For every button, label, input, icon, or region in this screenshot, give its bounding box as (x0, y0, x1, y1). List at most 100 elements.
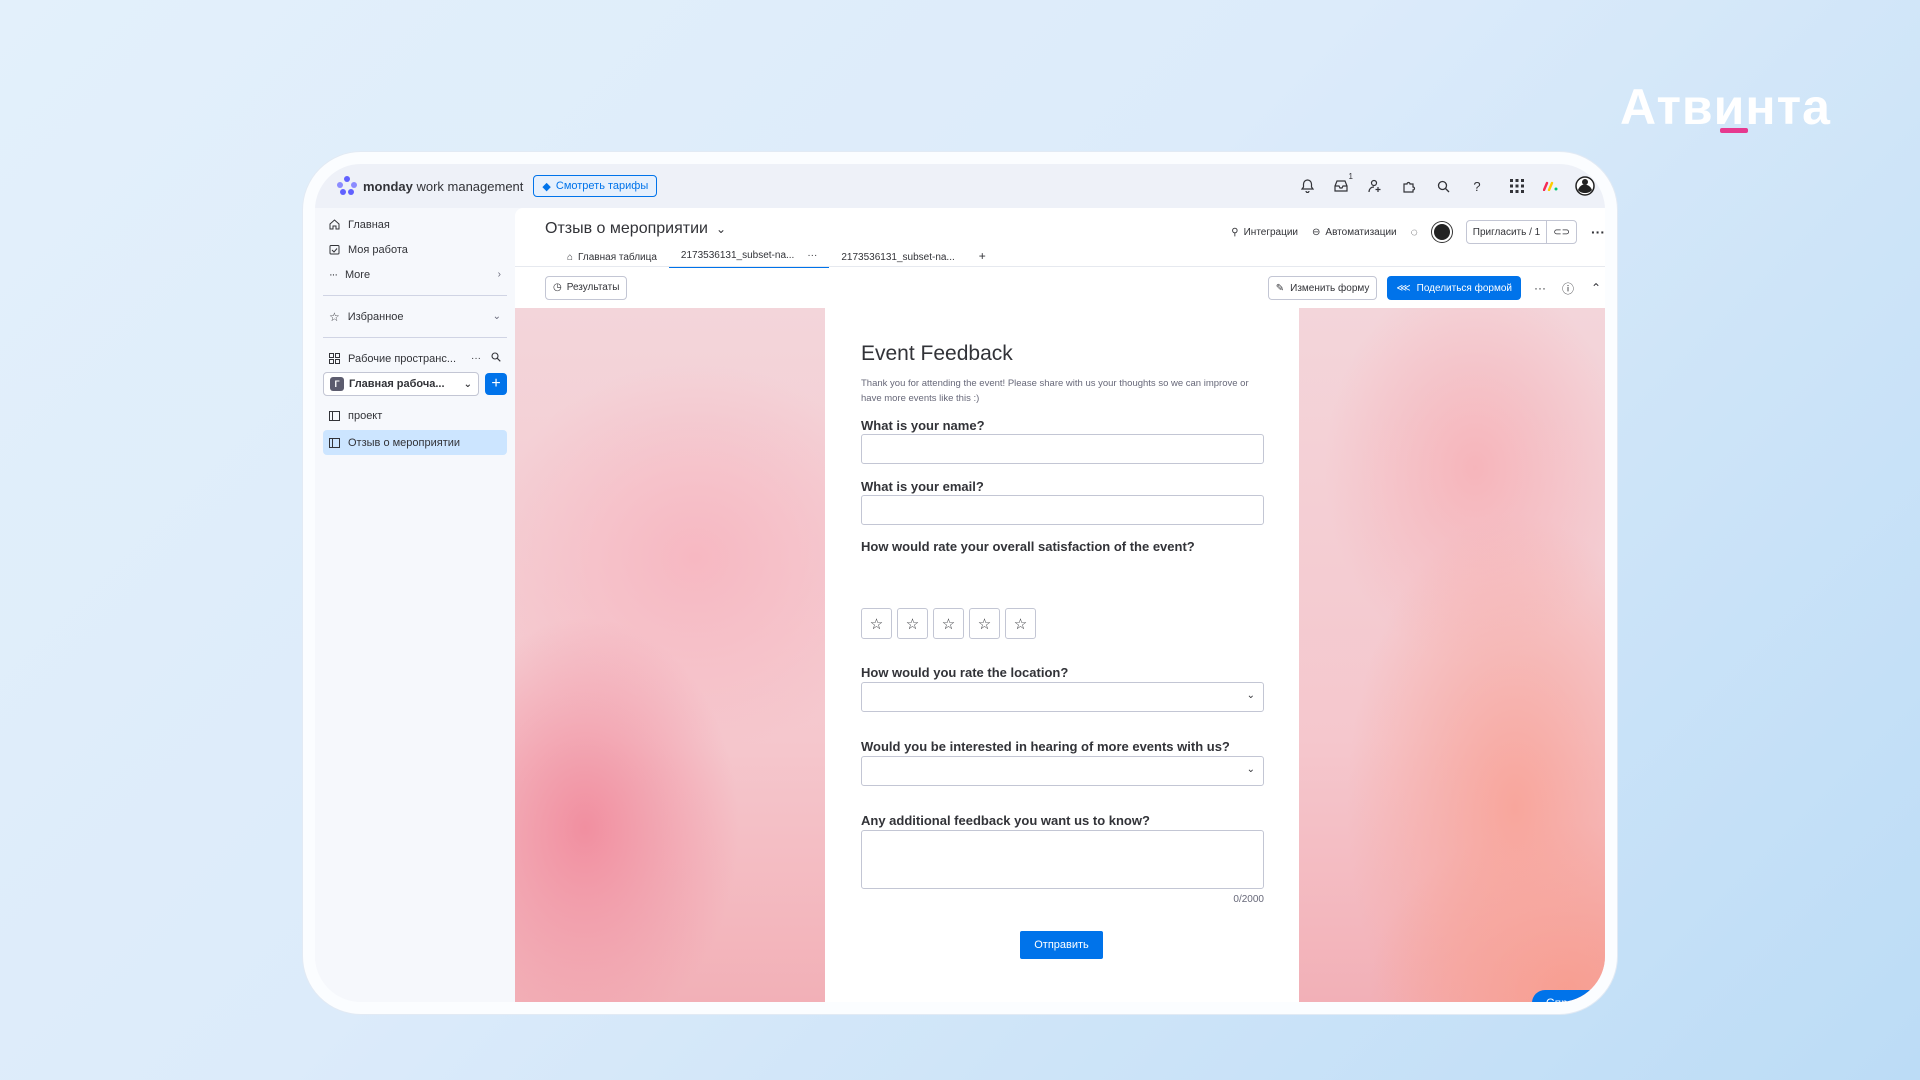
more-options-icon[interactable]: ··· (1591, 224, 1605, 240)
bell-icon[interactable] (1297, 176, 1317, 196)
question-label: What is your name? (861, 418, 985, 433)
sidebar-item-more[interactable]: ··· More › (315, 262, 515, 287)
board-tabs: ⌂ Главная таблица 2173536131_subset-na..… (555, 248, 998, 268)
board-actions: ⚲ Интеграции ⊖ Автоматизации ◌ Пригласит… (1231, 220, 1605, 244)
help-question-icon[interactable]: ? (1467, 176, 1487, 196)
board-member-avatar[interactable] (1431, 222, 1452, 242)
invite-members-icon[interactable] (1365, 176, 1385, 196)
star-icon: ☆ (329, 309, 340, 324)
left-sidebar: Главная Моя работа ··· More › ☆ Избранно… (315, 208, 515, 1002)
apps-puzzle-icon[interactable] (1399, 176, 1419, 196)
notification-badge: 1 (1348, 172, 1353, 181)
chevron-down-icon: ⌄ (1246, 690, 1255, 701)
workspace-name: Главная рабоча... (349, 378, 445, 390)
character-counter: 0/2000 (1233, 894, 1264, 905)
rating-star-3[interactable]: ☆ (933, 608, 964, 639)
monday-apps-icon[interactable] (1541, 176, 1561, 196)
monday-logo[interactable]: monday work management (337, 176, 523, 196)
pencil-icon: ✎ (1275, 282, 1285, 294)
info-icon[interactable]: ⓘ (1559, 280, 1577, 297)
home-icon (329, 219, 340, 230)
sidebar-item-label: More (345, 268, 371, 281)
satisfaction-rating: ☆ ☆ ☆ ☆ ☆ (861, 608, 1036, 639)
question-label: Would you be interested in hearing of mo… (861, 739, 1230, 754)
question-label: How would rate your overall satisfaction… (861, 539, 1195, 554)
more-dots-icon: ··· (329, 268, 338, 281)
top-bar: monday work management ◆ Смотреть тарифы… (315, 164, 1605, 208)
search-icon[interactable] (1433, 176, 1453, 196)
board-icon (329, 437, 340, 448)
chevron-down-icon: ⌄ (492, 311, 501, 322)
sidebar-item-favorites[interactable]: ☆ Избранное ⌄ (315, 304, 515, 329)
brand-accent-mark (1720, 128, 1748, 133)
integrations-button[interactable]: ⚲ Интеграции (1231, 227, 1298, 238)
toolbar-actions: ✎ Изменить форму ⋘ Поделиться формой ···… (1267, 276, 1605, 300)
tab-more-icon[interactable]: ··· (807, 250, 817, 261)
sidebar-item-label: проект (348, 409, 383, 422)
question-label: What is your email? (861, 479, 984, 494)
rating-star-2[interactable]: ☆ (897, 608, 928, 639)
sidebar-item-home[interactable]: Главная (315, 212, 515, 237)
app-window: monday work management ◆ Смотреть тарифы… (303, 152, 1617, 1014)
share-form-button[interactable]: ⋘ Поделиться формой (1387, 276, 1521, 300)
more-dots-icon[interactable]: ··· (471, 353, 481, 364)
rating-star-4[interactable]: ☆ (969, 608, 1000, 639)
monday-logo-icon (337, 176, 357, 196)
invite-button[interactable]: Пригласить / 1 ⊂⊃ (1465, 220, 1577, 244)
results-button[interactable]: ◷ Результаты (545, 275, 628, 300)
submit-button[interactable]: Отправить (1020, 931, 1103, 959)
sidebar-item-label: Главная (348, 218, 390, 231)
diamond-icon: ◆ (542, 180, 551, 193)
chevron-down-icon: ⌄ (715, 222, 727, 236)
view-plans-button[interactable]: ◆ Смотреть тарифы (533, 175, 658, 197)
sidebar-board-project[interactable]: проект (315, 403, 515, 428)
feedback-textarea[interactable] (861, 830, 1264, 889)
chevron-right-icon: › (497, 269, 501, 280)
form-background: Event Feedback Thank you for attending t… (515, 308, 1605, 1002)
chevron-down-icon: ⌄ (463, 378, 472, 390)
form-card: Event Feedback Thank you for attending t… (825, 308, 1299, 1002)
home-icon: ⌂ (567, 252, 574, 263)
sidebar-board-event-feedback[interactable]: Отзыв о мероприятии (323, 430, 507, 455)
form-title: Event Feedback (861, 342, 1013, 365)
sidebar-item-label: Избранное (347, 310, 404, 323)
board-title[interactable]: Отзыв о мероприятии ⌄ (545, 220, 726, 238)
email-input[interactable] (861, 495, 1264, 525)
app-grid-icon[interactable] (1507, 176, 1527, 196)
question-label: How would you rate the location? (861, 665, 1069, 680)
workspaces-grid-icon (329, 353, 340, 364)
rating-star-5[interactable]: ☆ (1005, 608, 1036, 639)
inbox-icon[interactable]: 1 (1331, 172, 1353, 196)
collapse-chevron-up-icon[interactable]: ⌃ (1587, 281, 1605, 295)
share-icon: ⋘ (1396, 282, 1411, 294)
comment-icon[interactable]: ◌ (1411, 225, 1418, 239)
sidebar-divider (323, 337, 507, 338)
chevron-down-icon: ⌄ (1246, 764, 1255, 775)
location-rating-dropdown[interactable]: ⌄ (861, 682, 1264, 712)
search-icon[interactable] (491, 352, 501, 365)
clock-icon: ◷ (553, 282, 562, 293)
sidebar-item-label: Моя работа (348, 243, 408, 256)
sidebar-item-workspaces[interactable]: Рабочие пространс... ··· (315, 346, 515, 371)
sidebar-item-my-work[interactable]: Моя работа (315, 237, 515, 262)
integrations-icon: ⚲ (1231, 226, 1239, 238)
edit-form-button[interactable]: ✎ Изменить форму (1267, 276, 1378, 300)
workspace-selector[interactable]: Г Главная рабоча... ⌄ (323, 372, 479, 396)
workspace-avatar: Г (330, 377, 344, 391)
automations-icon: ⊖ (1312, 226, 1321, 238)
copy-link-icon[interactable]: ⊂⊃ (1546, 221, 1576, 243)
user-avatar[interactable] (1575, 176, 1595, 196)
automations-button[interactable]: ⊖ Автоматизации (1312, 227, 1397, 238)
sidebar-divider (323, 295, 507, 296)
board-header: Отзыв о мероприятии ⌄ ⚲ Интеграции ⊖ Авт… (515, 208, 1605, 268)
rating-star-1[interactable]: ☆ (861, 608, 892, 639)
top-icons: 1 ? (1297, 164, 1595, 208)
more-events-dropdown[interactable]: ⌄ (861, 756, 1264, 786)
help-button[interactable]: Справка (1531, 990, 1605, 1002)
name-input[interactable] (861, 434, 1264, 464)
board-icon (329, 410, 340, 421)
more-options-icon[interactable]: ··· (1531, 281, 1549, 295)
form-description: Thank you for attending the event! Pleas… (861, 378, 1249, 404)
sidebar-item-label: Отзыв о мероприятии (348, 436, 461, 449)
add-item-button[interactable]: + (485, 373, 507, 395)
